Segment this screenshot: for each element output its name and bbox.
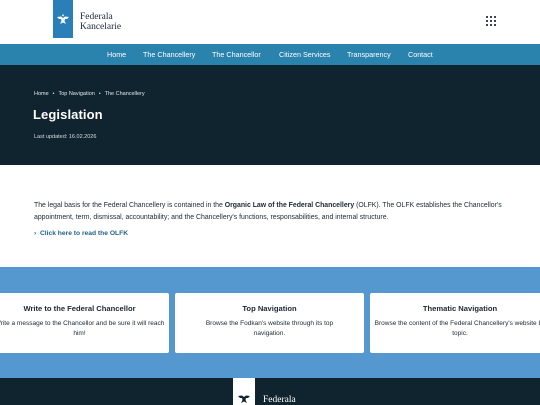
read-olfk-label: Click here to read the OLFK	[39, 230, 129, 237]
main-nav: Home The Chancellery The Chancellor Citi…	[0, 44, 540, 65]
card-description: Browse the content of the Federal Chance…	[374, 320, 540, 337]
logo-text: Federala Kancelarie	[80, 12, 121, 32]
nav-home[interactable]: Home	[107, 44, 126, 65]
last-updated: Last updated: 16.02.2026	[34, 134, 97, 140]
card-title: Write to the Federal Chancellor	[23, 304, 136, 313]
quick-links-band: Write to the Federal Chancellor Write a …	[0, 267, 540, 378]
breadcrumb-home[interactable]: Home	[34, 91, 49, 97]
site-header: Federala Kancelarie	[0, 0, 540, 44]
intro-paragraph: The legal basis for the Federal Chancell…	[34, 200, 510, 223]
page-hero: Home • Top Navigation • The Chancellery …	[0, 65, 540, 165]
page-title: Legislation	[33, 107, 103, 122]
card-title: Top Navigation	[242, 304, 297, 313]
nav-transparency[interactable]: Transparency	[347, 44, 391, 65]
apps-grid-icon[interactable]	[486, 16, 496, 26]
breadcrumb-the-chancellery[interactable]: The Chancellery	[105, 91, 145, 97]
intro-text-before: The legal basis for the Federal Chancell…	[34, 202, 225, 209]
card-description: Write a message to the Chancellor and be…	[0, 320, 165, 337]
nav-contact[interactable]: Contact	[408, 44, 433, 65]
nav-the-chancellery[interactable]: The Chancellery	[143, 44, 195, 65]
breadcrumb-top-navigation[interactable]: Top Navigation	[58, 91, 94, 97]
card-top-navigation[interactable]: Top Navigation Browse the Fodkan's websi…	[175, 293, 364, 353]
logo-line-2: Kancelarie	[80, 22, 122, 32]
card-write-chancellor[interactable]: Write to the Federal Chancellor Write a …	[0, 293, 169, 353]
breadcrumb: Home • Top Navigation • The Chancellery	[34, 91, 145, 97]
site-footer: Federala	[0, 378, 540, 405]
footer-eagle-icon	[233, 378, 255, 405]
breadcrumb-separator: •	[52, 91, 55, 97]
nav-citizen-services[interactable]: Citizen Services	[279, 44, 331, 65]
eagle-emblem-icon	[53, 0, 73, 38]
nav-the-chancellor[interactable]: The Chancellor	[212, 44, 261, 65]
chevron-right-icon: ›	[34, 230, 37, 237]
card-description: Browse the Fodkan's website through its …	[205, 320, 334, 337]
card-title: Thematic Navigation	[422, 304, 498, 313]
read-olfk-link[interactable]: › Click here to read the OLFK	[34, 230, 128, 237]
footer-logo-text: Federala	[263, 395, 296, 405]
olfk-name: Organic Law of the Federal Chancellery	[224, 202, 355, 209]
logo-line-1: Federala	[80, 12, 113, 22]
site-logo[interactable]: Federala Kancelarie	[53, 0, 121, 38]
card-thematic-navigation[interactable]: Thematic Navigation Browse the content o…	[370, 293, 540, 353]
breadcrumb-separator: •	[98, 91, 101, 97]
